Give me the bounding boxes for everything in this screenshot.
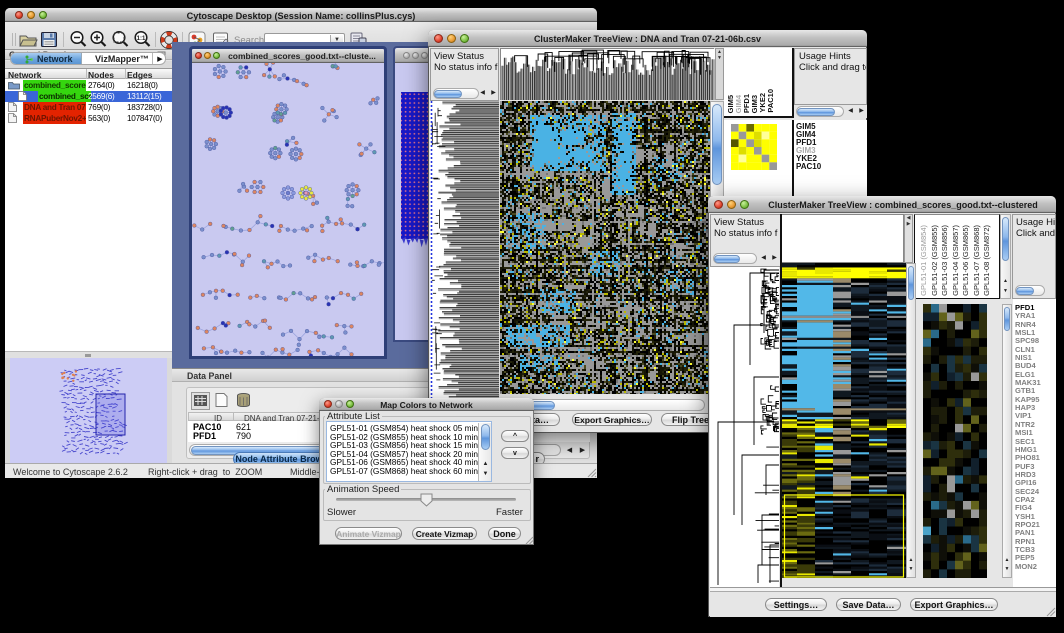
svg-text:1:1: 1:1 bbox=[137, 36, 146, 42]
